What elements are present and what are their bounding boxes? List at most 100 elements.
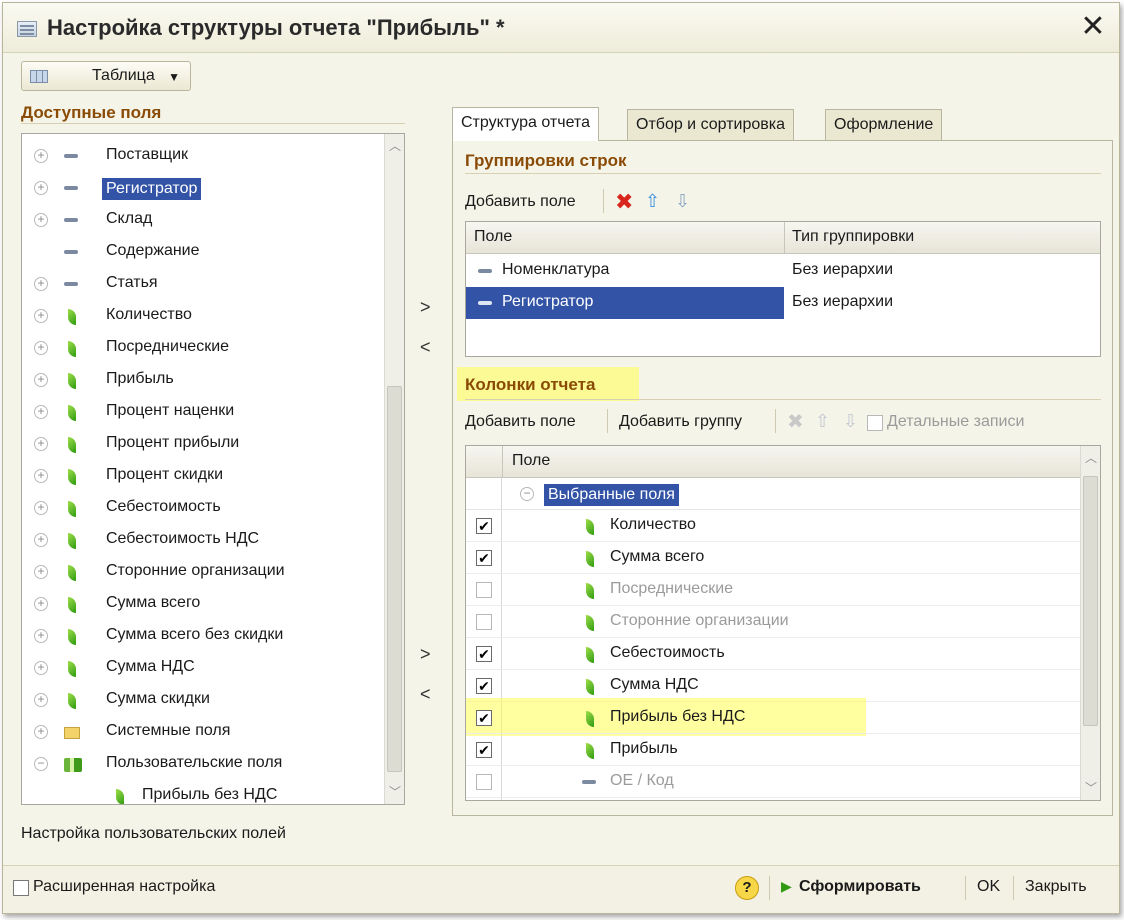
scroll-thumb[interactable] [387, 386, 402, 772]
expand-icon[interactable]: + [34, 181, 48, 195]
custom-fields-settings-link[interactable]: Настройка пользовательских полей [21, 825, 286, 843]
view-mode-dropdown[interactable]: Таблица ▼ [21, 61, 191, 91]
field-tree-item[interactable]: + Сумма всего [22, 588, 382, 620]
generate-button[interactable]: Сформировать [799, 878, 921, 896]
remove-grouping-button[interactable]: < [420, 337, 431, 358]
field-tree-item[interactable]: + Поставщик [22, 140, 382, 172]
column-header-field[interactable]: Поле [512, 452, 550, 470]
field-tree-item[interactable]: + Количество [22, 300, 382, 332]
add-group-button[interactable]: Добавить группу [619, 413, 742, 431]
field-tree-item[interactable]: + Себестоимость НДС [22, 524, 382, 556]
expand-icon[interactable]: + [34, 341, 48, 355]
column-checkbox[interactable] [476, 774, 492, 790]
scroll-down-icon[interactable]: ﹀ [1081, 778, 1100, 798]
column-checkbox[interactable]: ✔ [476, 518, 492, 534]
field-tree-item[interactable]: + Сумма скидки [22, 684, 382, 716]
ok-button[interactable]: OK [977, 878, 1000, 896]
add-grouping-button[interactable]: > [420, 297, 431, 318]
collapse-icon[interactable]: − [520, 487, 534, 501]
expand-icon[interactable]: + [34, 565, 48, 579]
field-tree-item[interactable]: + Сумма всего без скидки [22, 620, 382, 652]
expand-icon[interactable]: + [34, 373, 48, 387]
expand-icon[interactable]: + [34, 213, 48, 227]
field-tree-item[interactable]: Содержание [22, 236, 382, 268]
expand-icon[interactable]: + [34, 149, 48, 163]
column-checkbox[interactable] [476, 614, 492, 630]
columns-add-field-button[interactable]: Добавить поле [465, 413, 576, 431]
expand-icon[interactable]: + [34, 437, 48, 451]
move-down-icon[interactable]: ⇩ [843, 411, 858, 432]
column-checkbox[interactable]: ✔ [476, 550, 492, 566]
tab-appearance[interactable]: Оформление [825, 109, 943, 141]
column-tree-item[interactable]: ОЕ / Код [466, 766, 1080, 798]
expand-icon[interactable]: + [34, 501, 48, 515]
fields-scrollbar[interactable]: ︿ ﹀ [384, 134, 404, 804]
expand-icon[interactable]: + [34, 629, 48, 643]
delete-icon[interactable]: ✖ [615, 189, 633, 215]
scroll-down-icon[interactable]: ﹀ [385, 782, 404, 802]
tab-filter-sort[interactable]: Отбор и сортировка [627, 109, 794, 141]
field-tree-item[interactable]: + Сумма НДС [22, 652, 382, 684]
grouping-field-cell[interactable]: Номенклатура [466, 255, 784, 287]
columns-scrollbar[interactable]: ︿ ﹀ [1080, 446, 1100, 800]
field-tree-item[interactable]: + Себестоимость [22, 492, 382, 524]
column-checkbox[interactable]: ✔ [476, 678, 492, 694]
move-up-icon[interactable]: ⇧ [815, 411, 830, 432]
add-column-button[interactable]: > [420, 644, 431, 665]
close-icon[interactable]: ✕ [1077, 11, 1109, 43]
scroll-up-icon[interactable]: ︿ [1081, 448, 1100, 468]
expand-icon[interactable]: + [34, 597, 48, 611]
column-header-grouping-type[interactable]: Тип группировки [792, 228, 914, 246]
expand-icon[interactable]: + [34, 661, 48, 675]
field-tree-item[interactable]: Прибыль без НДС [22, 780, 382, 804]
remove-column-button[interactable]: < [420, 684, 431, 705]
column-checkbox[interactable]: ✔ [476, 646, 492, 662]
column-tree-item[interactable]: ✔ Прибыль без НДС [466, 702, 1080, 734]
column-checkbox[interactable] [476, 582, 492, 598]
field-tree-item[interactable]: + Склад [22, 204, 382, 236]
grouping-type-cell[interactable]: Без иерархии [792, 293, 893, 311]
table-row[interactable]: Номенклатура Без иерархии [466, 255, 1100, 287]
field-tree-item[interactable]: + Посреднические [22, 332, 382, 364]
field-tree-item[interactable]: + Статья [22, 268, 382, 300]
field-tree-item[interactable]: + Процент прибыли [22, 428, 382, 460]
collapse-icon[interactable]: − [34, 757, 48, 771]
field-tree-item[interactable]: + Регистратор [22, 172, 382, 204]
row-groupings-table[interactable]: Поле Тип группировки Номенклатура Без иер… [465, 221, 1101, 357]
expand-icon[interactable]: + [34, 693, 48, 707]
field-tree-item[interactable]: + Прибыль [22, 364, 382, 396]
column-tree-item[interactable]: ✔ Количество [466, 510, 1080, 542]
grouping-type-cell[interactable]: Без иерархии [792, 261, 893, 279]
move-up-icon[interactable]: ⇧ [645, 191, 660, 212]
advanced-settings-checkbox[interactable] [13, 880, 29, 896]
report-columns-tree[interactable]: Поле − Выбранные поля ✔ Количество ✔ Сумма … [465, 445, 1101, 801]
field-tree-item[interactable]: + Процент наценки [22, 396, 382, 428]
scroll-up-icon[interactable]: ︿ [385, 136, 404, 156]
field-tree-item[interactable]: + Системные поля [22, 716, 382, 748]
column-tree-item[interactable]: Посреднические [466, 574, 1080, 606]
column-tree-item[interactable]: ✔ Себестоимость [466, 638, 1080, 670]
tab-report-structure[interactable]: Структура отчета [452, 107, 599, 141]
advanced-settings-label[interactable]: Расширенная настройка [33, 878, 215, 896]
column-tree-item[interactable]: ✔ Прибыль [466, 734, 1080, 766]
column-header-field[interactable]: Поле [474, 228, 512, 246]
delete-icon[interactable]: ✖ [787, 409, 804, 434]
expand-icon[interactable]: + [34, 309, 48, 323]
help-icon[interactable]: ? [735, 876, 759, 900]
column-checkbox[interactable]: ✔ [476, 742, 492, 758]
move-down-icon[interactable]: ⇩ [675, 191, 690, 212]
expand-icon[interactable]: + [34, 277, 48, 291]
detail-records-checkbox[interactable] [867, 415, 883, 431]
column-tree-item[interactable]: Сторонние организации [466, 606, 1080, 638]
expand-icon[interactable]: + [34, 725, 48, 739]
field-tree-item[interactable]: + Сторонние организации [22, 556, 382, 588]
expand-icon[interactable]: + [34, 469, 48, 483]
close-button[interactable]: Закрыть [1025, 878, 1087, 896]
expand-icon[interactable]: + [34, 533, 48, 547]
scroll-thumb[interactable] [1083, 476, 1098, 726]
grouping-field-cell[interactable]: Регистратор [466, 287, 784, 319]
row-add-field-button[interactable]: Добавить поле [465, 193, 576, 211]
field-tree-item[interactable]: − Пользовательские поля [22, 748, 382, 780]
field-tree-item[interactable]: + Процент скидки [22, 460, 382, 492]
expand-icon[interactable]: + [34, 405, 48, 419]
